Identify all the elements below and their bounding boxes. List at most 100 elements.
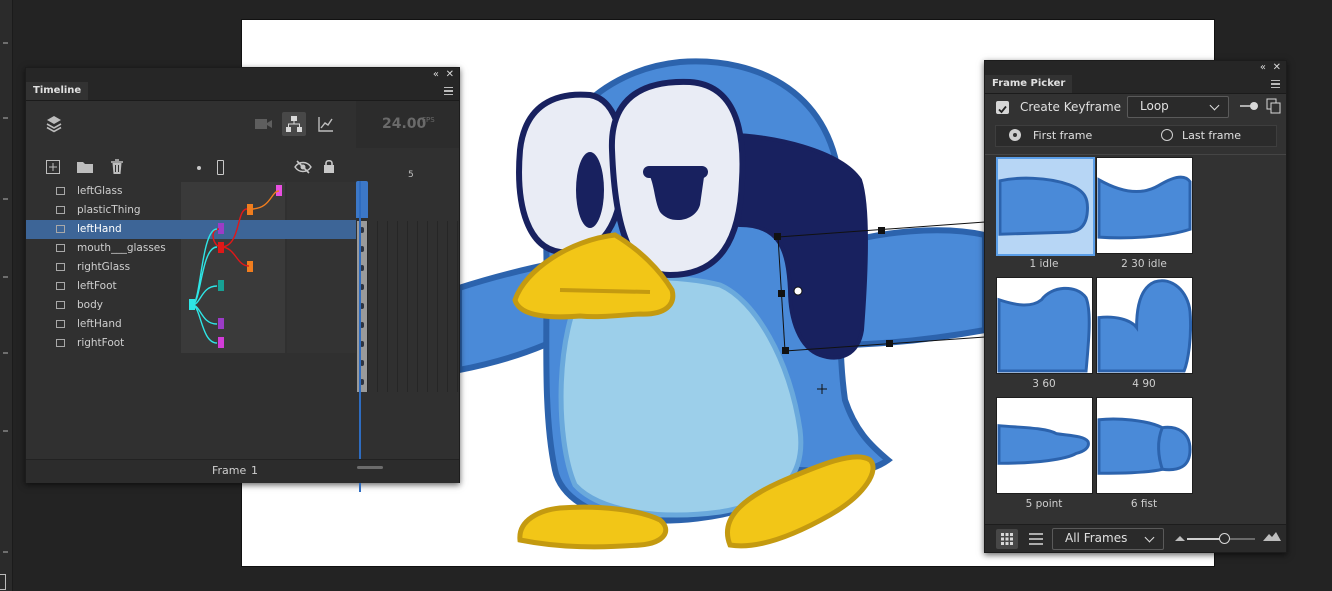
layer-name[interactable]: rightFoot <box>77 334 124 353</box>
hand-pose-preview <box>1097 279 1192 373</box>
frame-thumbnail[interactable] <box>996 397 1093 494</box>
frame-thumbnail[interactable] <box>1096 397 1193 494</box>
frame-thumbnail[interactable] <box>996 277 1093 374</box>
slider-thumb[interactable] <box>1219 533 1230 544</box>
playhead[interactable] <box>359 181 361 492</box>
layer-name[interactable]: leftHand <box>77 315 122 334</box>
frame-thumbnail-label: 5 point <box>1025 498 1063 510</box>
hand-pose-preview <box>997 424 1090 465</box>
frame-thumbnail[interactable] <box>1096 277 1193 374</box>
layer-name[interactable]: leftGlass <box>77 182 122 201</box>
tool-tick[interactable] <box>3 430 8 432</box>
layer-name[interactable]: rightGlass <box>77 258 130 277</box>
timeline-body: 24.00 FPS 5 leftGlass plasticThing leftHan… <box>26 101 459 492</box>
frame-picker-panel: « ✕ Frame Picker Create Keyframe Loop Fi… <box>984 60 1287 553</box>
copy-icon[interactable] <box>1266 98 1282 114</box>
layer-options-cell[interactable] <box>287 277 356 296</box>
loop-dropdown[interactable]: Loop <box>1127 96 1229 118</box>
tool-tick[interactable] <box>3 352 8 354</box>
last-frame-label[interactable]: Last frame <box>1182 129 1241 142</box>
hand-pose-preview <box>997 286 1091 373</box>
fps-unit: FPS <box>422 116 435 124</box>
loop-value: Loop <box>1140 99 1169 113</box>
layer-options-cell[interactable] <box>287 201 356 220</box>
zoom-out-icon[interactable] <box>1175 534 1185 542</box>
last-frame-radio[interactable] <box>1161 129 1173 141</box>
layer-options-cell[interactable] <box>287 182 356 201</box>
playhead-handle[interactable] <box>356 181 368 218</box>
frame-thumbnail[interactable] <box>1096 157 1193 254</box>
first-frame-radio[interactable] <box>1009 129 1021 141</box>
frame-picker-body: Create Keyframe Loop First frame Last fr… <box>985 94 1286 552</box>
tool-tick[interactable] <box>3 276 8 278</box>
frame-thumbnail[interactable] <box>996 157 1095 256</box>
grid-view-button[interactable] <box>996 529 1018 549</box>
folder-icon[interactable] <box>77 160 94 174</box>
tool-tick[interactable] <box>3 198 8 200</box>
frame-picker-footer: All Frames <box>985 524 1286 552</box>
camera-icon[interactable] <box>255 118 273 130</box>
layer-parenting-button[interactable] <box>282 112 306 136</box>
slider-pin-icon[interactable] <box>1240 100 1260 112</box>
visibility-icon[interactable] <box>294 160 312 174</box>
lock-icon[interactable] <box>323 159 335 174</box>
eyebrow <box>643 166 708 178</box>
tool-tick[interactable] <box>3 42 8 44</box>
fps-value[interactable]: 24.00 <box>382 116 426 132</box>
transform-handle <box>778 290 785 297</box>
close-icon[interactable]: ✕ <box>446 68 454 82</box>
tab-timeline[interactable]: Timeline <box>26 82 89 100</box>
create-keyframe-checkbox[interactable] <box>996 101 1009 114</box>
panel-menu-icon[interactable] <box>444 87 453 95</box>
rig-connectors <box>191 190 280 344</box>
layer-options-cell[interactable] <box>287 296 356 315</box>
tool-tick[interactable] <box>3 117 8 119</box>
penguin-foot-left <box>517 504 669 550</box>
frame-ruler[interactable]: 5 <box>356 148 459 181</box>
layer-name[interactable]: body <box>77 296 103 315</box>
frames-filter-dropdown[interactable]: All Frames <box>1052 528 1164 550</box>
frame-column-divider <box>397 221 398 392</box>
checkmark-icon <box>998 105 1007 114</box>
layer-options-cell[interactable] <box>287 334 356 353</box>
panel-titlebar[interactable]: « ✕ <box>26 68 459 82</box>
transform-handle <box>782 347 789 354</box>
layer-name[interactable]: plasticThing <box>77 201 141 220</box>
dot-icon[interactable] <box>197 166 201 170</box>
create-keyframe-label[interactable]: Create Keyframe <box>1020 100 1121 114</box>
layer-options-cell[interactable] <box>287 258 356 277</box>
frame-value: 1 <box>251 464 258 477</box>
close-icon[interactable]: ✕ <box>1273 61 1281 75</box>
layer-icon <box>56 244 65 252</box>
first-frame-label[interactable]: First frame <box>1033 129 1092 142</box>
layer-name[interactable]: leftFoot <box>77 277 117 296</box>
panel-titlebar[interactable]: « ✕ <box>985 61 1286 75</box>
panel-menu-icon[interactable] <box>1271 80 1280 88</box>
layer-options-cell[interactable] <box>287 220 356 239</box>
frame-thumbnail-label: 3 60 <box>1032 378 1056 390</box>
frame-thumbnail-label: 4 90 <box>1132 378 1156 390</box>
tool-handle[interactable] <box>0 574 6 590</box>
trash-icon[interactable] <box>110 159 124 175</box>
layer-name[interactable]: leftHand <box>77 220 122 239</box>
frame-thumbnail-label: 2 30 idle <box>1121 258 1167 270</box>
graph-icon[interactable] <box>318 116 334 132</box>
frame-grid[interactable] <box>356 181 459 396</box>
layer-name[interactable]: mouth___glasses <box>77 239 166 258</box>
collapse-icon[interactable]: « <box>433 68 439 82</box>
collapse-icon[interactable]: « <box>1260 61 1266 75</box>
outline-icon[interactable] <box>217 160 224 175</box>
list-view-icon[interactable] <box>1029 533 1043 545</box>
tool-tick[interactable] <box>3 551 8 553</box>
transform-pivot <box>793 286 803 296</box>
horizontal-scrollbar[interactable] <box>357 466 383 469</box>
tab-frame-picker[interactable]: Frame Picker <box>985 75 1073 93</box>
layer-icon <box>56 225 65 233</box>
transform-handle <box>886 340 893 347</box>
chevron-down-icon <box>1209 100 1220 111</box>
layer-options-cell[interactable] <box>287 239 356 258</box>
new-layer-icon[interactable] <box>46 160 60 174</box>
layer-options-cell[interactable] <box>287 315 356 334</box>
zoom-in-icon[interactable] <box>1263 531 1281 542</box>
layers-icon[interactable] <box>46 115 62 133</box>
